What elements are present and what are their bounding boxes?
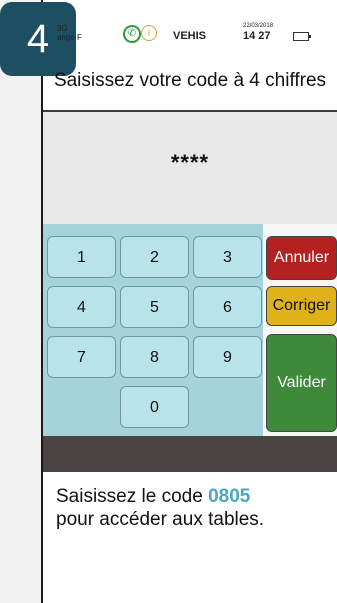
key-6[interactable]: 6 [193,286,262,328]
status-time: 14 27 [243,30,271,42]
highlighted-code: 0805 [208,486,251,507]
status-date: 22/03/2018 [243,23,274,29]
instruction-after: pour accéder aux tables. [56,509,265,530]
operator-short-name: ange F [57,33,82,42]
key-0[interactable]: 0 [120,386,189,428]
key-8[interactable]: 8 [120,336,189,378]
key-3[interactable]: 3 [193,236,262,278]
key-9[interactable]: 9 [193,336,262,378]
correct-button[interactable]: Corriger [266,286,337,326]
key-5[interactable]: 5 [120,286,189,328]
cancel-button[interactable]: Annuler [266,236,337,280]
code-display: **** [43,112,337,224]
numeric-keypad: 1 2 3 4 5 6 7 8 9 0 [43,224,263,436]
operator-name: VEHIS [173,30,207,42]
masked-code: **** [170,150,210,175]
network-type: 3G [57,24,68,33]
phone-icon: ✆ [123,25,141,43]
page-title: Saisissez votre code à 4 chiffres [53,70,327,91]
validate-button[interactable]: Valider [266,334,337,432]
bottom-bar [43,436,337,472]
instruction-before: Saisissez le code [56,486,209,507]
key-1[interactable]: 1 [47,236,116,278]
info-icon: i [141,25,157,41]
key-7[interactable]: 7 [47,336,116,378]
status-bar: 3G ange F ✆ i VEHIS 22/03/2018 14 27 [43,20,337,50]
key-4[interactable]: 4 [47,286,116,328]
key-2[interactable]: 2 [120,236,189,278]
action-buttons: Annuler Corriger Valider [263,224,337,436]
network-indicator: 3G ange F [57,24,82,42]
battery-icon [293,32,311,41]
instruction-text: Saisissez le code 0805 pour accéder aux … [56,485,326,531]
